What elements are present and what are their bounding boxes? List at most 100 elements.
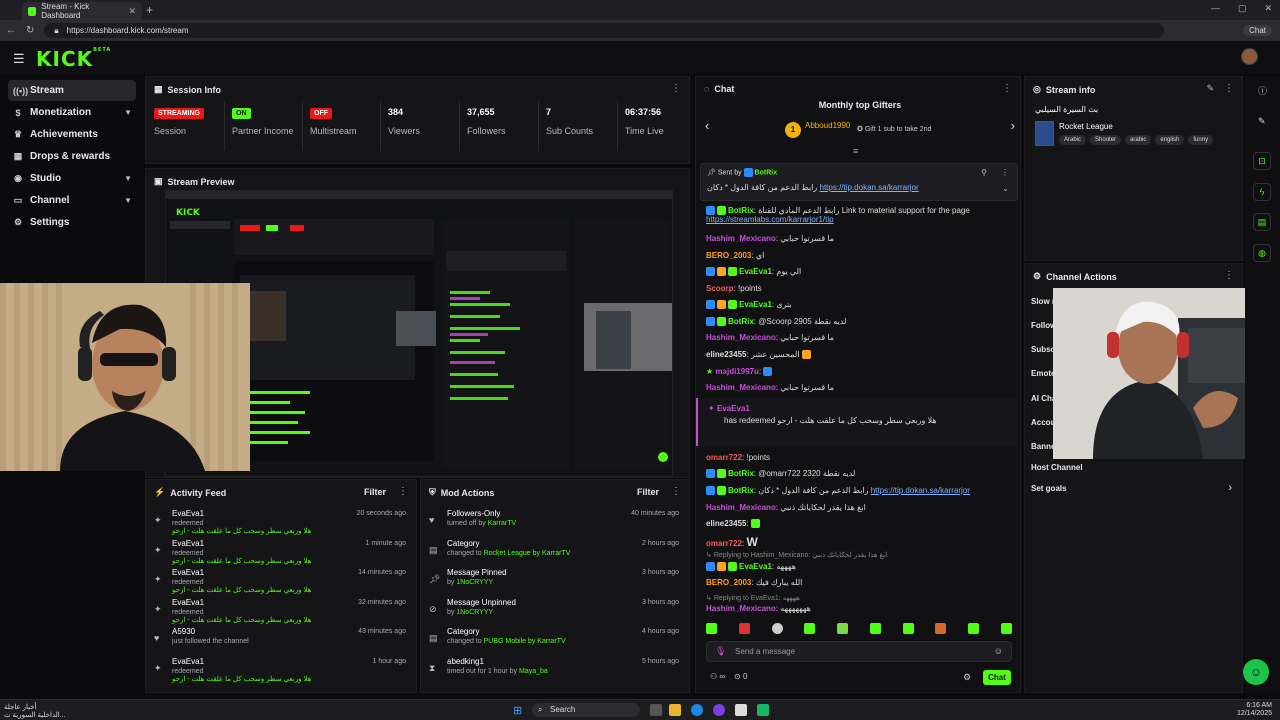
edge-icon[interactable] <box>691 704 703 716</box>
emote-icon[interactable] <box>738 623 750 634</box>
edit-icon[interactable]: ✎ <box>1206 83 1214 94</box>
emote-icon[interactable] <box>935 623 947 634</box>
rail-scan-icon[interactable]: ⊡ <box>1253 152 1271 170</box>
send-chat-button[interactable]: Chat <box>983 670 1011 685</box>
new-tab-button[interactable]: + <box>146 3 153 17</box>
kick-logo[interactable]: KICKBETA <box>36 47 111 71</box>
more-options-icon[interactable]: ⋮ <box>1002 83 1012 94</box>
monitor-icon: ▣ <box>154 176 163 186</box>
calculator-icon[interactable] <box>735 704 747 716</box>
tag-chip[interactable]: arabic <box>1125 135 1152 145</box>
emote-icon[interactable] <box>1000 623 1012 634</box>
chat-input[interactable]: 🎙︎ Send a message ☺ <box>706 641 1012 662</box>
action-host-channel[interactable]: Host Channel <box>1031 463 1083 472</box>
back-icon[interactable]: ← <box>6 25 16 36</box>
mod-action-row: ▤ Category changed to PUBG Mobile by Karra… <box>429 627 679 645</box>
webcam-left-video <box>0 283 250 471</box>
emote-icon[interactable] <box>837 623 849 634</box>
support-chat-icon[interactable]: ☺ <box>1243 659 1269 685</box>
user-avatar[interactable] <box>1241 48 1258 65</box>
edit-icon[interactable]: ✎ <box>1258 116 1266 127</box>
reply-context: ↳ Replying to Hashim_Mexicano: ابغ هذا ي… <box>706 552 888 559</box>
sidebar-item-stream[interactable]: ((•)) Stream <box>8 80 136 101</box>
heart-icon: ♥ <box>429 515 435 525</box>
sidebar-item-monetization[interactable]: $ Monetization ▼ <box>8 102 136 123</box>
chevron-down-icon[interactable]: ⌄ <box>1002 184 1009 193</box>
minimize-icon[interactable]: — <box>1211 3 1220 14</box>
action-subscribers-only[interactable]: Subsc <box>1031 345 1055 354</box>
tag-chip[interactable]: english <box>1155 135 1185 145</box>
browser-icon[interactable] <box>713 704 725 716</box>
close-tab-icon[interactable]: ✕ <box>128 6 136 17</box>
action-banned-words[interactable]: Banne <box>1031 442 1055 451</box>
action-account-age[interactable]: Accou <box>1031 418 1055 427</box>
microphone-icon[interactable]: 🎙︎ <box>715 646 726 657</box>
system-clock[interactable]: 6:16 AM 12/14/2025 <box>1237 702 1272 718</box>
info-icon[interactable]: ⓘ <box>1258 84 1267 97</box>
url-field[interactable]: 🔒︎ https://dashboard.kick.com/stream <box>44 23 1165 38</box>
mod-filter-button[interactable]: Filter <box>637 487 659 497</box>
more-options-icon[interactable]: ⋮ <box>398 486 408 497</box>
file-explorer-icon[interactable] <box>669 704 681 716</box>
browser-tab[interactable]: Stream - Kick Dashboard ✕ <box>22 2 142 20</box>
sidebar-item-settings[interactable]: ⚙ Settings <box>8 212 136 233</box>
emote-icon[interactable] <box>706 623 717 634</box>
more-options-icon[interactable]: ⋮ <box>1224 83 1234 94</box>
chat-message: Hashim_Mexicano: ابغ هذا يقدر لحكاياتك ذ… <box>706 503 866 512</box>
task-view-icon[interactable] <box>650 704 662 716</box>
unpin-icon: ⊘ <box>429 604 437 614</box>
sidebar-item-achievements[interactable]: ♛ Achievements <box>8 124 136 145</box>
rail-document-icon[interactable]: ▤ <box>1253 213 1271 231</box>
refresh-icon[interactable]: ↻ <box>26 25 34 36</box>
app-icon[interactable] <box>757 704 769 716</box>
emote-icon[interactable] <box>902 623 914 634</box>
chevron-right-icon[interactable]: › <box>1011 118 1015 133</box>
emote-icon[interactable] <box>968 623 980 634</box>
tag-chip[interactable]: Arabic <box>1059 135 1087 145</box>
emote-icon[interactable] <box>771 623 783 634</box>
chevron-down-icon: ▼ <box>124 108 132 117</box>
close-window-icon[interactable]: ✕ <box>1264 3 1272 14</box>
more-options-icon[interactable]: ⋮ <box>1224 270 1234 281</box>
sidebar-item-channel[interactable]: ▭ Channel ▼ <box>8 190 136 211</box>
kick-header: ☰ KICKBETA <box>0 41 1280 74</box>
action-emote-only[interactable]: Emote <box>1031 369 1055 378</box>
tag-chip[interactable]: Shooter <box>1090 135 1122 145</box>
browser-chat-button[interactable]: Chat <box>1243 25 1272 36</box>
pin-icon[interactable]: ⚲ <box>981 168 987 177</box>
more-options-icon[interactable]: ⋮ <box>671 83 681 94</box>
action-set-goals[interactable]: Set goals <box>1031 484 1067 493</box>
gift-icon: ▦ <box>13 151 23 161</box>
emoji-icon[interactable]: ☺ <box>994 646 1003 656</box>
sidebar-item-drops[interactable]: ▦ Drops & rewards <box>8 146 136 167</box>
points-indicator[interactable]: ⚇ ∞ ⊙ 0 <box>710 672 747 681</box>
mod-actions-panel: ⛨ Mod Actions Filter ⋮ ♥ Followers-Only tur… <box>420 479 690 693</box>
emote-icon[interactable] <box>869 623 881 634</box>
news-widget[interactable]: أخبار عاجلة الداخلية السورية ت... <box>4 704 66 720</box>
tag-chip[interactable]: funny <box>1188 135 1214 145</box>
rail-chat-icon[interactable]: ◍ <box>1253 244 1271 262</box>
chevron-left-icon[interactable]: ‹ <box>705 118 709 133</box>
chat-settings-icon[interactable]: ⚙ <box>963 672 971 683</box>
activity-filter-button[interactable]: Filter <box>364 487 386 497</box>
collapse-icon[interactable]: ≡ <box>853 146 858 156</box>
gift-cta[interactable]: ✪ Gift 1 sub to take 2nd <box>857 125 931 133</box>
chat-message: Hashim_Mexicano: ما قسرتوا حبابي <box>706 383 835 392</box>
stat-viewers: 384 Viewers <box>388 107 420 136</box>
rail-bolt-icon[interactable]: ϟ <box>1253 183 1271 201</box>
maximize-icon[interactable]: ▢ <box>1238 3 1247 14</box>
more-options-icon[interactable]: ⋮ <box>671 486 681 497</box>
gifter-name[interactable]: Abboud1990 <box>805 121 850 130</box>
mod-action-row: ⊘ Message Unpinned by 1NoCRYYY 3 hours ago <box>429 598 679 616</box>
chevron-right-icon[interactable]: › <box>1228 482 1232 494</box>
redeem-icon: ✦ <box>154 604 162 614</box>
windows-start-icon[interactable]: ⊞ <box>513 704 522 717</box>
emote-icon[interactable] <box>804 623 816 634</box>
emote-bar <box>706 623 1014 637</box>
menu-icon[interactable]: ☰ <box>13 51 25 67</box>
category-name[interactable]: Rocket League <box>1059 122 1113 131</box>
more-options-icon[interactable]: ⋮ <box>1001 168 1009 177</box>
taskbar-search[interactable]: ⌕ Search <box>532 703 640 717</box>
sidebar-item-studio[interactable]: ◉ Studio ▼ <box>8 168 136 189</box>
pinned-link[interactable]: https://tip.dokan.sa/karrarjor <box>820 183 919 192</box>
